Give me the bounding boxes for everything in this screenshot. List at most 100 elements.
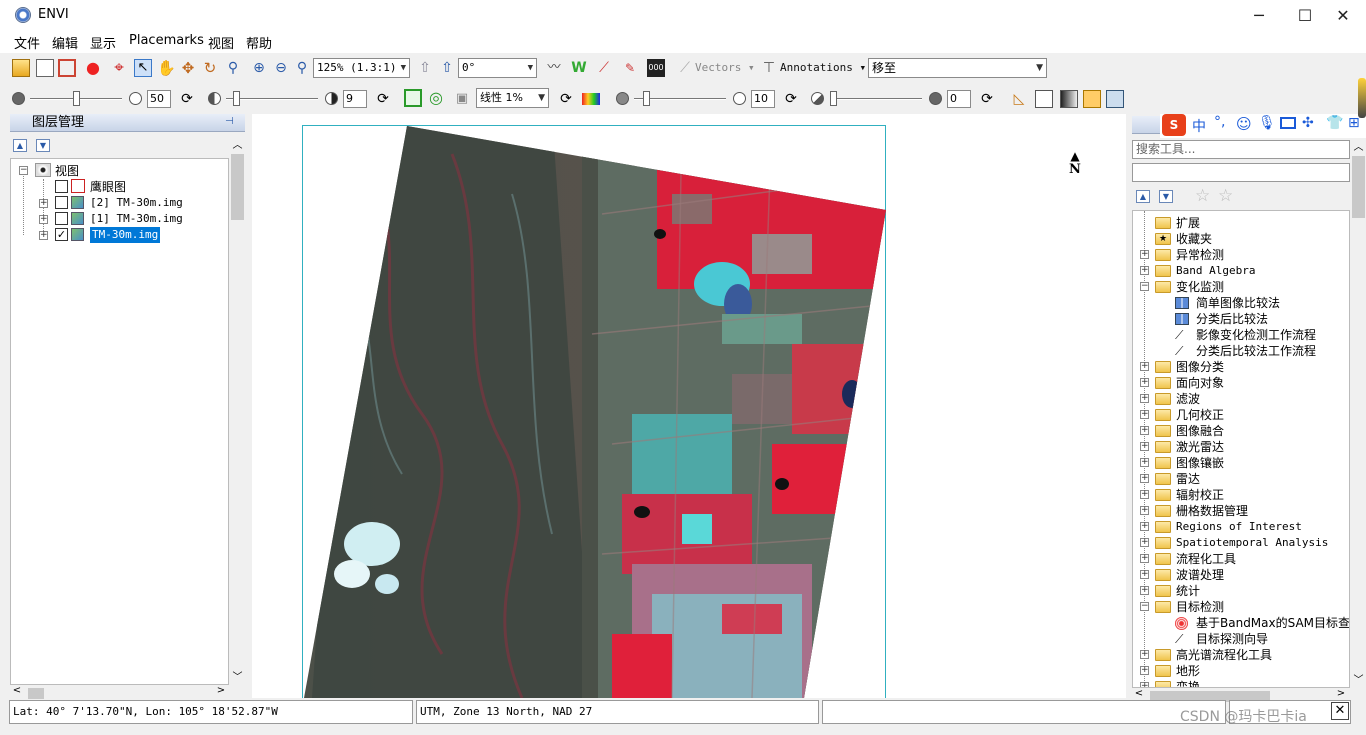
scroll-thumb[interactable] [28,688,44,699]
collapse-icon[interactable]: − [1140,282,1149,291]
scroll-right-icon[interactable]: > [1334,688,1348,699]
status-close-icon[interactable]: ✕ [1331,702,1349,720]
tree-root-view[interactable]: 视图 [55,163,79,179]
expand-icon[interactable]: + [1140,586,1149,595]
layer-checkbox[interactable] [55,212,68,225]
brightness-slider-thumb[interactable] [73,91,80,106]
toolbox-results-box[interactable] [1132,163,1350,182]
expand-icon[interactable]: + [1140,554,1149,563]
zoom-in-icon[interactable]: ⊕ [250,59,268,77]
expand-icon[interactable]: + [1140,490,1149,499]
ime-keyboard-icon[interactable] [1280,117,1296,129]
rotate-combo[interactable]: 0° ▼ [458,58,537,78]
close-button[interactable]: ✕ [1320,0,1366,31]
toolbox-item[interactable]: 辐射校正 [1176,487,1224,503]
menu-edit[interactable]: 编辑 [52,33,78,52]
toolbox-item[interactable]: 图像镶嵌 [1176,455,1224,471]
scroll-left-icon[interactable]: < [1132,688,1146,699]
collapse-all-icon[interactable]: ▲ [13,139,27,152]
layer-item-2[interactable]: [2] TM-30m.img [90,195,183,211]
scroll-right-icon[interactable]: > [214,685,228,696]
zoom-icon[interactable]: ⚲ [224,59,242,77]
expand-icon[interactable]: + [1140,378,1149,387]
spectral-profile-icon[interactable]: 〰 [545,59,563,77]
vectors-dropdown[interactable]: Vectors ▾ [695,61,755,74]
toolbox-search-input[interactable]: 搜索工具... [1132,140,1350,159]
layer-item-selected[interactable]: TM-30m.img [90,227,161,243]
menu-display[interactable]: 显示 [90,33,116,52]
toolbox-item[interactable]: 变化监测 [1176,279,1224,295]
expand-icon[interactable]: + [1140,506,1149,515]
contrast-input[interactable]: 9 [343,90,367,108]
refresh-icon[interactable]: ⟳ [557,90,575,108]
scroll-thumb[interactable] [231,154,244,220]
zoom-combo[interactable]: 125% (1.3:1) ▼ [313,58,410,78]
sharpen-slider-thumb[interactable] [643,91,650,106]
toolbox-item[interactable]: 雷达 [1176,471,1200,487]
sogou-icon[interactable]: S [1162,114,1186,136]
layer-item-overview[interactable]: 鹰眼图 [90,179,126,195]
scroll-up-icon[interactable]: ︿ [1350,138,1366,155]
layer-checkbox[interactable] [55,196,68,209]
toolbox-item[interactable]: 影像变化检测工作流程 [1196,327,1316,343]
expand-icon[interactable]: + [1140,522,1149,531]
rotate-north-icon[interactable]: ⇧ [416,59,434,77]
expand-icon[interactable]: + [1140,570,1149,579]
expand-icon[interactable]: + [1140,362,1149,371]
minimize-button[interactable]: ─ [1236,0,1282,31]
cursor-value-icon[interactable]: 000 [647,59,665,77]
sharpen-input[interactable]: 10 [751,90,775,108]
toolbox-item[interactable]: 基于BandMax的SAM目标查找向 [1196,615,1349,631]
toolbox-item[interactable]: 异常检测 [1176,247,1224,263]
favorite-add-icon[interactable]: ☆ [1195,186,1210,206]
toolbox-item[interactable]: 收藏夹 [1176,231,1212,247]
refresh-icon[interactable]: ⟳ [782,90,800,108]
spectral-plot-icon[interactable]: W [570,59,588,77]
ime-skin-icon[interactable]: 👕 [1326,115,1343,131]
expand-icon[interactable]: + [39,215,48,224]
pan-hand-icon[interactable]: ✋ [157,59,176,77]
expand-all-icon[interactable]: ▼ [36,139,50,152]
toolbox-scrollbar[interactable]: ︿ ﹀ [1350,138,1366,688]
expand-icon[interactable]: + [1140,394,1149,403]
menu-file[interactable]: 文件 [14,33,40,52]
pin-icon[interactable]: ⊣ [225,116,239,130]
annotations-dropdown[interactable]: Annotations ▾ [780,61,866,74]
stretch-extent-icon[interactable] [404,89,422,107]
scroll-down-icon[interactable]: ﹀ [1350,671,1366,688]
placemark-icon[interactable]: ● [84,59,102,77]
toolbox-item[interactable]: 图像分类 [1176,359,1224,375]
refresh-icon[interactable]: ⟳ [374,90,392,108]
menu-help[interactable]: 帮助 [246,33,272,52]
ime-chinese-icon[interactable]: 中 [1192,116,1206,136]
expand-icon[interactable]: + [1140,538,1149,547]
favorite-remove-icon[interactable]: ☆ [1218,186,1233,206]
ime-voice-icon[interactable]: 🎙 [1258,115,1276,131]
toolbox-item[interactable]: Regions of Interest [1176,519,1302,535]
toolbox-item[interactable]: 几何校正 [1176,407,1224,423]
toolbox-item[interactable]: 统计 [1176,583,1200,599]
layer-scrollbar[interactable]: ︿ ﹀ [229,136,246,685]
vector-tool-icon[interactable]: ✎ [621,59,639,77]
menu-view[interactable]: 视图 [208,33,234,52]
ime-menu-icon[interactable]: ⊞ [1348,115,1360,131]
expand-icon[interactable]: + [1140,474,1149,483]
ime-punct-icon[interactable]: °, [1214,114,1225,130]
refresh-icon[interactable]: ⟳ [178,90,196,108]
toolbox-item[interactable]: 扩展 [1176,215,1200,231]
image-view[interactable]: ▲ N [252,114,1126,698]
collapse-all-icon[interactable]: ▲ [1136,190,1150,203]
measure-icon[interactable]: ◺ [1010,90,1028,108]
open-icon[interactable] [12,59,30,77]
toolbox-item[interactable]: 分类后比较法 [1196,311,1268,327]
stretch-view-icon[interactable]: ◎ [427,89,445,107]
brightness-input[interactable]: 50 [147,90,171,108]
expand-all-icon[interactable]: ▼ [1159,190,1173,203]
toolbox-item[interactable]: 激光雷达 [1176,439,1224,455]
toolbox-item[interactable]: 滤波 [1176,391,1200,407]
toolbox-item[interactable]: 栅格数据管理 [1176,503,1248,519]
collapse-icon[interactable]: − [19,166,28,175]
toolbox-item[interactable]: 流程化工具 [1176,551,1236,567]
expand-icon[interactable]: + [1140,410,1149,419]
crosshair-icon[interactable]: ⌖ [110,59,128,77]
